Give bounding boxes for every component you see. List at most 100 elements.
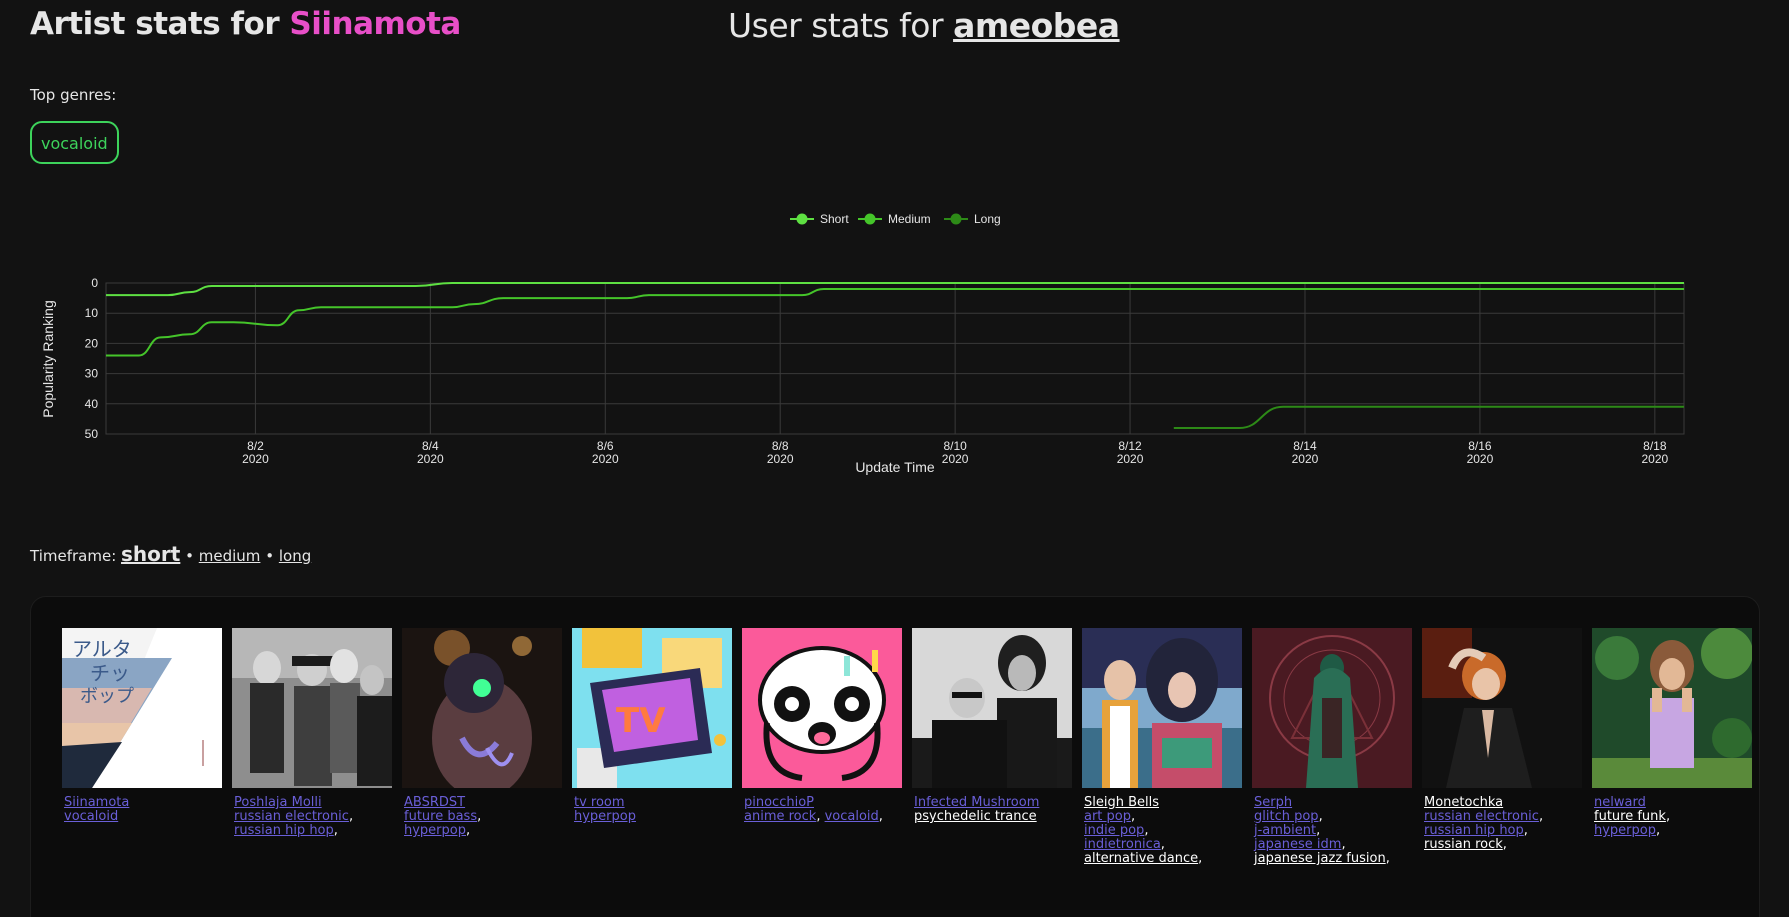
x-tick-date: 8/8 [772,439,789,453]
x-tick-year: 2020 [1292,452,1319,466]
top-artists-panel: アルタ チッ ボップ Siinamota vocaloid Poshlaja Mo… [30,596,1760,917]
genre-link[interactable]: vocaloid [825,809,879,824]
timeframe-long-link[interactable]: long [279,547,311,565]
genre-separator: , [1144,823,1149,838]
genre-link[interactable]: indietronica [1084,837,1161,852]
artist-genre-list: anime rock, vocaloid, [744,810,902,824]
genre-link[interactable]: glitch pop [1254,809,1319,824]
artist-image-art: TV [572,628,732,788]
artist-card: Sleigh Bells art pop, indie pop, indietroni… [1082,628,1242,866]
genre-separator: , [1523,823,1528,838]
artist-name-link[interactable]: Infected Mushroom [914,796,1072,810]
genre-link[interactable]: future bass [404,809,477,824]
genre-link[interactable]: anime rock [744,809,816,824]
artist-name-link[interactable]: Serph [1254,796,1412,810]
genre-link[interactable]: russian rock [1424,837,1503,852]
genre-link[interactable]: russian hip hop [1424,823,1524,838]
genre-separator: , [1341,837,1346,852]
artist-image[interactable] [1252,628,1412,788]
artist-image[interactable] [1592,628,1752,788]
artist-name-link[interactable]: ABSRDST [404,796,562,810]
x-tick-year: 2020 [242,452,269,466]
popularity-chart: 0 10 20 30 40 50 8/2 2020 8/4 2020 8/6 2020 8/8 2020 8… [0,200,1789,490]
genre-separator: , [816,809,821,824]
artist-card: pinocchioP anime rock, vocaloid, [742,628,902,824]
x-tick-year: 2020 [942,452,969,466]
genre-link[interactable]: j-ambient [1254,823,1316,838]
genre-link[interactable]: future funk [1594,809,1666,824]
artist-genre-list: psychedelic trance [914,810,1072,824]
genre-separator: , [1502,837,1507,852]
x-tick-date: 8/16 [1468,439,1492,453]
artist-image-art: アルタ チッ ボップ [62,628,222,788]
genre-link[interactable]: japanese jazz fusion [1254,851,1386,866]
artist-genre-list: russian electronic, russian hip hop, russi… [1424,810,1582,852]
artist-image-art [402,628,562,788]
genre-link[interactable]: vocaloid [64,809,118,824]
genre-link[interactable]: psychedelic trance [914,809,1037,824]
genre-link[interactable]: japanese idm [1254,837,1341,852]
artist-name-link[interactable]: nelward [1594,796,1752,810]
timeframe-medium-link[interactable]: medium [199,547,261,565]
artist-card: Infected Mushroom psychedelic trance [912,628,1072,824]
artist-name-link[interactable]: Poshlaja Molli [234,796,392,810]
user-name-link[interactable]: ameobea [953,6,1120,45]
x-tick-date: 8/4 [422,439,439,453]
series-line-long [1173,405,1684,429]
genre-separator: , [466,823,471,838]
genre-link[interactable]: indie pop [1084,823,1144,838]
x-tick-date: 8/2 [247,439,264,453]
genre-separator: , [477,809,482,824]
genre-separator: , [1318,809,1323,824]
genre-separator: , [1656,823,1661,838]
artist-image[interactable] [1082,628,1242,788]
artist-name-link[interactable]: Siinamota [64,796,222,810]
artist-genre-list: glitch pop, j-ambient, japanese idm, japane… [1254,810,1412,866]
y-tick-label: 0 [91,276,98,290]
artist-card: TV tv room hyperpop [572,628,732,824]
genre-separator: , [878,809,883,824]
genre-link[interactable]: art pop [1084,809,1131,824]
timeframe-separator: • [185,547,194,565]
genre-link[interactable]: alternative dance [1084,851,1198,866]
genre-pill-vocaloid[interactable]: vocaloid [30,121,119,164]
artist-name-link[interactable]: Sleigh Bells [1084,796,1242,810]
artist-image[interactable] [1422,628,1582,788]
genre-link[interactable]: russian hip hop [234,823,334,838]
artist-name-link[interactable]: tv room [574,796,732,810]
artist-image[interactable] [912,628,1072,788]
artist-card: アルタ チッ ボップ Siinamota vocaloid [62,628,222,824]
genre-link[interactable]: hyperpop [574,809,636,824]
timeframe-label: Timeframe: [30,547,117,565]
artist-image[interactable] [402,628,562,788]
genre-link[interactable]: russian electronic [234,809,349,824]
x-tick-year: 2020 [1117,452,1144,466]
artist-title-prefix: Artist stats for [30,6,280,42]
series-line-medium [106,288,1684,357]
plot-area [105,282,1685,435]
legend-marker-long [950,213,962,225]
x-tick-date: 8/18 [1643,439,1667,453]
artist-name-link[interactable]: pinocchioP [744,796,902,810]
legend-label-long: Long [974,212,1001,226]
x-axis-label: Update Time [855,459,935,475]
artist-image[interactable] [742,628,902,788]
artist-genre-list: art pop, indie pop, indietronica, alternati… [1084,810,1242,866]
genre-link[interactable]: russian electronic [1424,809,1539,824]
genre-link[interactable]: hyperpop [1594,823,1656,838]
artist-card: nelward future funk, hyperpop, [1592,628,1752,838]
genre-separator: , [1538,809,1544,824]
timeframe-short-link[interactable]: short [121,542,180,566]
y-axis-label: Popularity Ranking [40,300,56,418]
genre-separator: , [1316,823,1321,838]
artist-name-link[interactable]: Monetochka [1424,796,1582,810]
artist-image[interactable]: アルタ チッ ボップ [62,628,222,788]
artist-genre-list: russian electronic, russian hip hop, [234,810,392,838]
artist-image[interactable]: TV [572,628,732,788]
x-tick-year: 2020 [417,452,444,466]
x-tick-date: 8/10 [943,439,967,453]
genre-link[interactable]: hyperpop [404,823,466,838]
artist-image[interactable] [232,628,392,788]
page-header: Artist stats for Siinamota User stats fo… [0,0,1789,60]
artist-stats-title: Artist stats for Siinamota [30,6,461,42]
